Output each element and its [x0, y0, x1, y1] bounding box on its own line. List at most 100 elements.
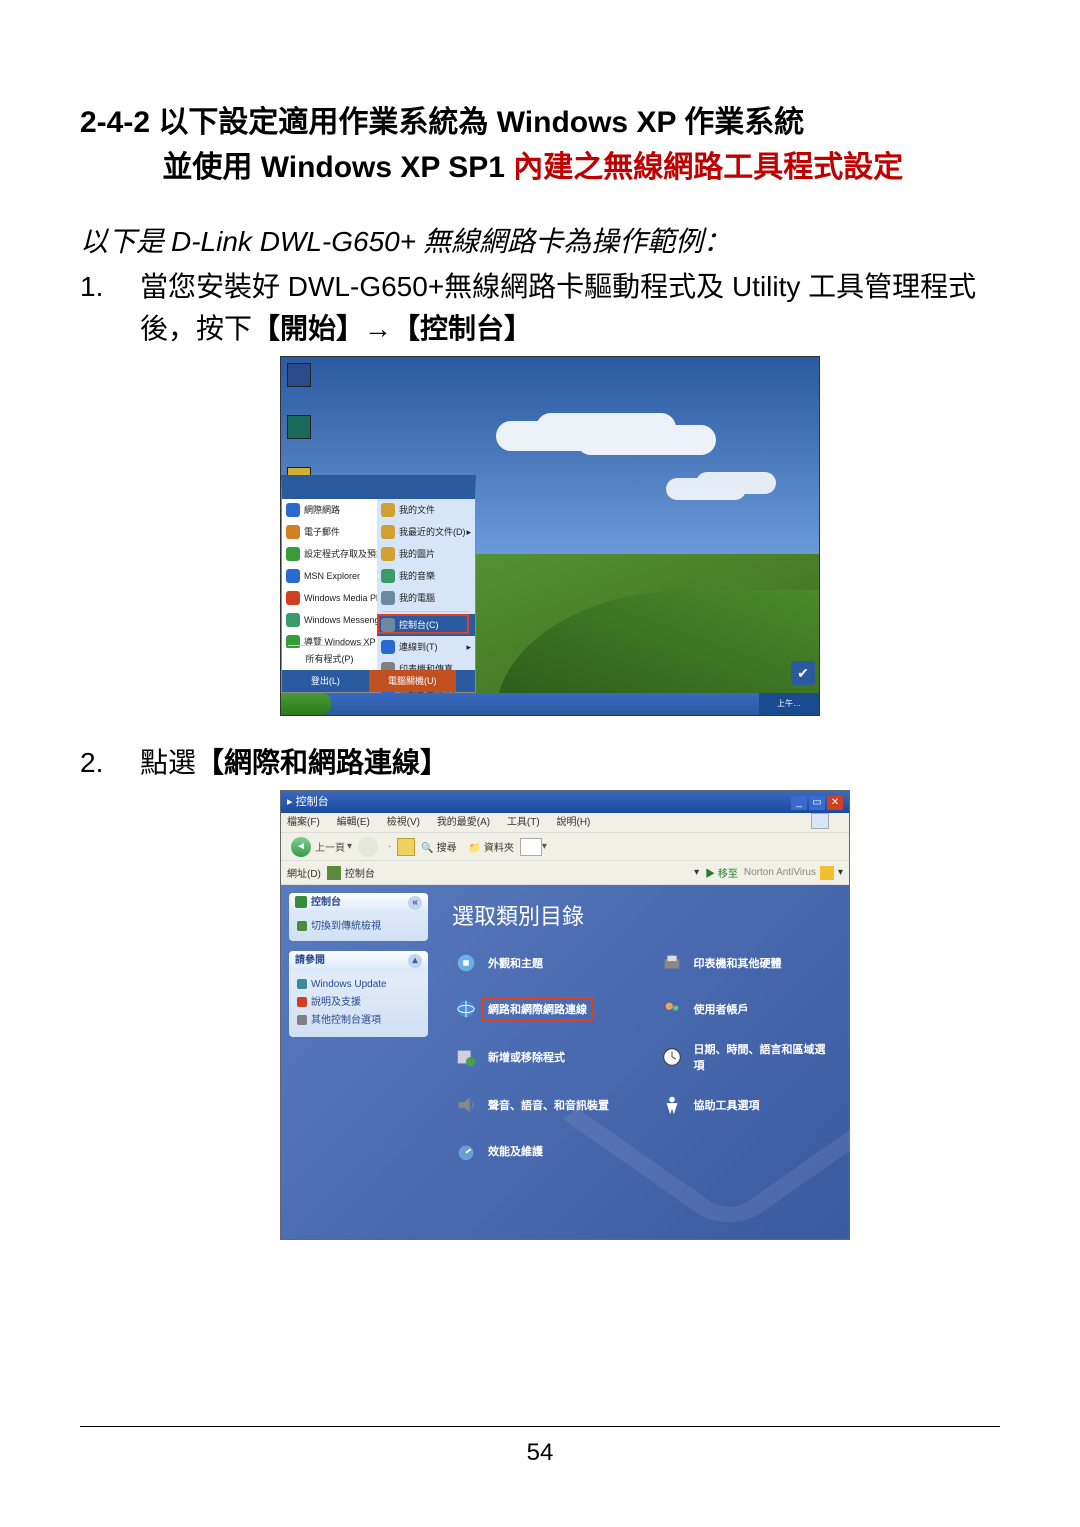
menu-fav[interactable]: 我的最愛(A) [437, 817, 490, 828]
category-grid: 外觀和主題 印表機和其他硬體網路和網際網路連線 使用者帳戶新增或移除程式 日期、時間、… [452, 949, 833, 1165]
start-menu-item-control-panel[interactable]: 控制台(C) [377, 614, 475, 636]
go-button[interactable]: ▶ 移至 [705, 865, 738, 880]
panel-title: 控制台 [295, 893, 341, 913]
highlight-box: 網路和網際網路連線 [482, 997, 593, 1021]
desktop-icon[interactable] [287, 415, 311, 439]
category-printer[interactable]: 印表機和其他硬體 [658, 949, 834, 977]
folder-icon [381, 591, 395, 605]
category-label: 效能及維護 [488, 1143, 543, 1159]
system-tray[interactable]: 上午… [759, 693, 819, 715]
start-menu-item[interactable]: 我的圖片 [377, 543, 475, 565]
views-button[interactable] [520, 838, 542, 856]
maximize-button[interactable]: ▭ [809, 796, 825, 810]
category-addremove[interactable]: 新增或移除程式 [452, 1041, 628, 1073]
switch-classic-link[interactable]: 切換到傳統檢視 [297, 919, 420, 935]
link-icon [297, 979, 307, 989]
start-menu-item[interactable]: 我的電腦 [377, 587, 475, 609]
close-button[interactable]: ✕ [827, 796, 843, 810]
side-column: 控制台 « 切換到傳統檢視 請參閱 ▴ Windows Update說明及支援其… [281, 885, 436, 1239]
search-button[interactable]: 🔍 搜尋 [421, 839, 456, 854]
address-value[interactable]: 控制台 [345, 865, 694, 880]
toolbar: ◄ 上一頁 ▾ · 🔍 搜尋 📁 資料夾 ▾ [281, 833, 849, 861]
category-users[interactable]: 使用者帳戶 [658, 995, 834, 1023]
desktop-icon[interactable] [287, 363, 311, 387]
start-menu-item[interactable]: MSN Explorer [282, 565, 377, 587]
category-access[interactable]: 協助工具選項 [658, 1091, 834, 1119]
users-icon [658, 995, 686, 1023]
network-icon [452, 995, 480, 1023]
start-menu-item[interactable]: 網際網路 [282, 499, 377, 521]
pick-category-title: 選取類別目錄 [452, 899, 833, 931]
sound-icon [452, 1091, 480, 1119]
app-icon [286, 503, 300, 517]
category-label: 日期、時間、語言和區域選項 [694, 1041, 834, 1073]
collapse-icon[interactable]: ▴ [408, 954, 422, 968]
control-panel-body: 控制台 « 切換到傳統檢視 請參閱 ▴ Windows Update說明及支援其… [281, 885, 849, 1239]
menubar: 檔案(F) 編輯(E) 檢視(V) 我的最愛(A) 工具(T) 說明(H) [281, 813, 849, 833]
category-sound[interactable]: 聲音、語音、和音訊裝置 [452, 1091, 628, 1119]
window-buttons: _▭✕ [789, 791, 843, 813]
app-icon [286, 613, 300, 627]
app-icon [286, 569, 300, 583]
start-menu-item[interactable]: 我的文件 [377, 499, 475, 521]
start-menu-panel: 網際網路電子郵件設定程式存取及預設值MSN ExplorerWindows Me… [281, 475, 476, 693]
screenshot-control-panel: ▸ 控制台 _▭✕ 檔案(F) 編輯(E) 檢視(V) 我的最愛(A) 工具(T… [280, 790, 850, 1240]
menu-tools[interactable]: 工具(T) [507, 817, 540, 828]
forward-button[interactable] [358, 837, 378, 857]
menu-view[interactable]: 檢視(V) [387, 817, 420, 828]
all-programs[interactable]: 所有程式(P) [282, 648, 377, 670]
start-menu-item[interactable]: 連線到(T) ▸ [377, 636, 475, 658]
start-menu-item[interactable]: 設定程式存取及預設值 [282, 543, 377, 565]
norton-icon[interactable] [820, 866, 834, 880]
tray-shield-icon[interactable]: ✔ [791, 661, 815, 685]
category-label: 聲音、語音、和音訊裝置 [488, 1097, 609, 1113]
category-network[interactable]: 網路和網際網路連線 [452, 995, 628, 1023]
see-also-link[interactable]: 說明及支援 [297, 995, 420, 1011]
menu-edit[interactable]: 編輯(E) [337, 817, 370, 828]
link-icon [297, 1015, 307, 1025]
collapse-icon[interactable]: « [408, 896, 422, 910]
category-label: 協助工具選項 [694, 1097, 760, 1113]
cloud [696, 472, 776, 494]
menu-file[interactable]: 檔案(F) [287, 817, 320, 828]
start-button[interactable] [281, 693, 331, 715]
logoff-button[interactable]: 登出(L) [282, 670, 369, 692]
category-appearance[interactable]: 外觀和主題 [452, 949, 628, 977]
folder-icon [381, 525, 395, 539]
shutdown-button[interactable]: 電腦關機(U) [369, 670, 456, 692]
main-column: 選取類別目錄 外觀和主題 印表機和其他硬體網路和網際網路連線 使用者帳戶新增或移除程… [436, 885, 849, 1239]
printer-icon [658, 949, 686, 977]
arrow-icon [297, 921, 307, 931]
menu-help[interactable]: 說明(H) [557, 817, 591, 828]
see-also-link[interactable]: 其他控制台選項 [297, 1013, 420, 1029]
minimize-button[interactable]: _ [791, 796, 807, 810]
link-icon [297, 997, 307, 1007]
address-icon [327, 866, 341, 880]
category-datetime[interactable]: 日期、時間、語言和區域選項 [658, 1041, 834, 1073]
category-label: 外觀和主題 [488, 955, 543, 971]
example-line: 以下是 D-Link DWL-G650+ 無線網路卡為操作範例： [80, 220, 1000, 260]
screenshot-start-menu: ✔ 網際網路電子郵件設定程式存取及預設值MSN ExplorerWindows … [280, 356, 820, 716]
start-menu-item[interactable]: 我最近的文件(D) ▸ [377, 521, 475, 543]
start-menu-item[interactable]: Windows Media Player [282, 587, 377, 609]
section-number: 2-4-2 [80, 106, 150, 139]
highlight-box [377, 614, 469, 634]
address-bar: 網址(D) 控制台 ▾ ▶ 移至 Norton AntiVirus ▾ [281, 861, 849, 885]
throbber-icon [811, 813, 829, 829]
folders-button[interactable]: 📁 資料夾 [469, 839, 514, 854]
page-number: 54 [0, 1439, 1080, 1467]
back-button[interactable]: ◄ [291, 837, 311, 857]
step-1: 1. 當您安裝好 DWL-G650+無線網路卡驅動程式及 Utility 工具管… [80, 266, 1000, 350]
access-icon [658, 1091, 686, 1119]
start-menu-item[interactable]: 我的音樂 [377, 565, 475, 587]
start-menu-item[interactable]: Windows Messenger [282, 609, 377, 631]
category-perf[interactable]: 效能及維護 [452, 1137, 628, 1165]
addremove-icon [452, 1043, 480, 1071]
category-label: 使用者帳戶 [694, 1001, 749, 1017]
app-icon [286, 591, 300, 605]
cloud [496, 421, 636, 451]
up-button[interactable] [397, 838, 415, 856]
folder-icon [381, 503, 395, 517]
see-also-link[interactable]: Windows Update [297, 977, 420, 993]
start-menu-item[interactable]: 電子郵件 [282, 521, 377, 543]
